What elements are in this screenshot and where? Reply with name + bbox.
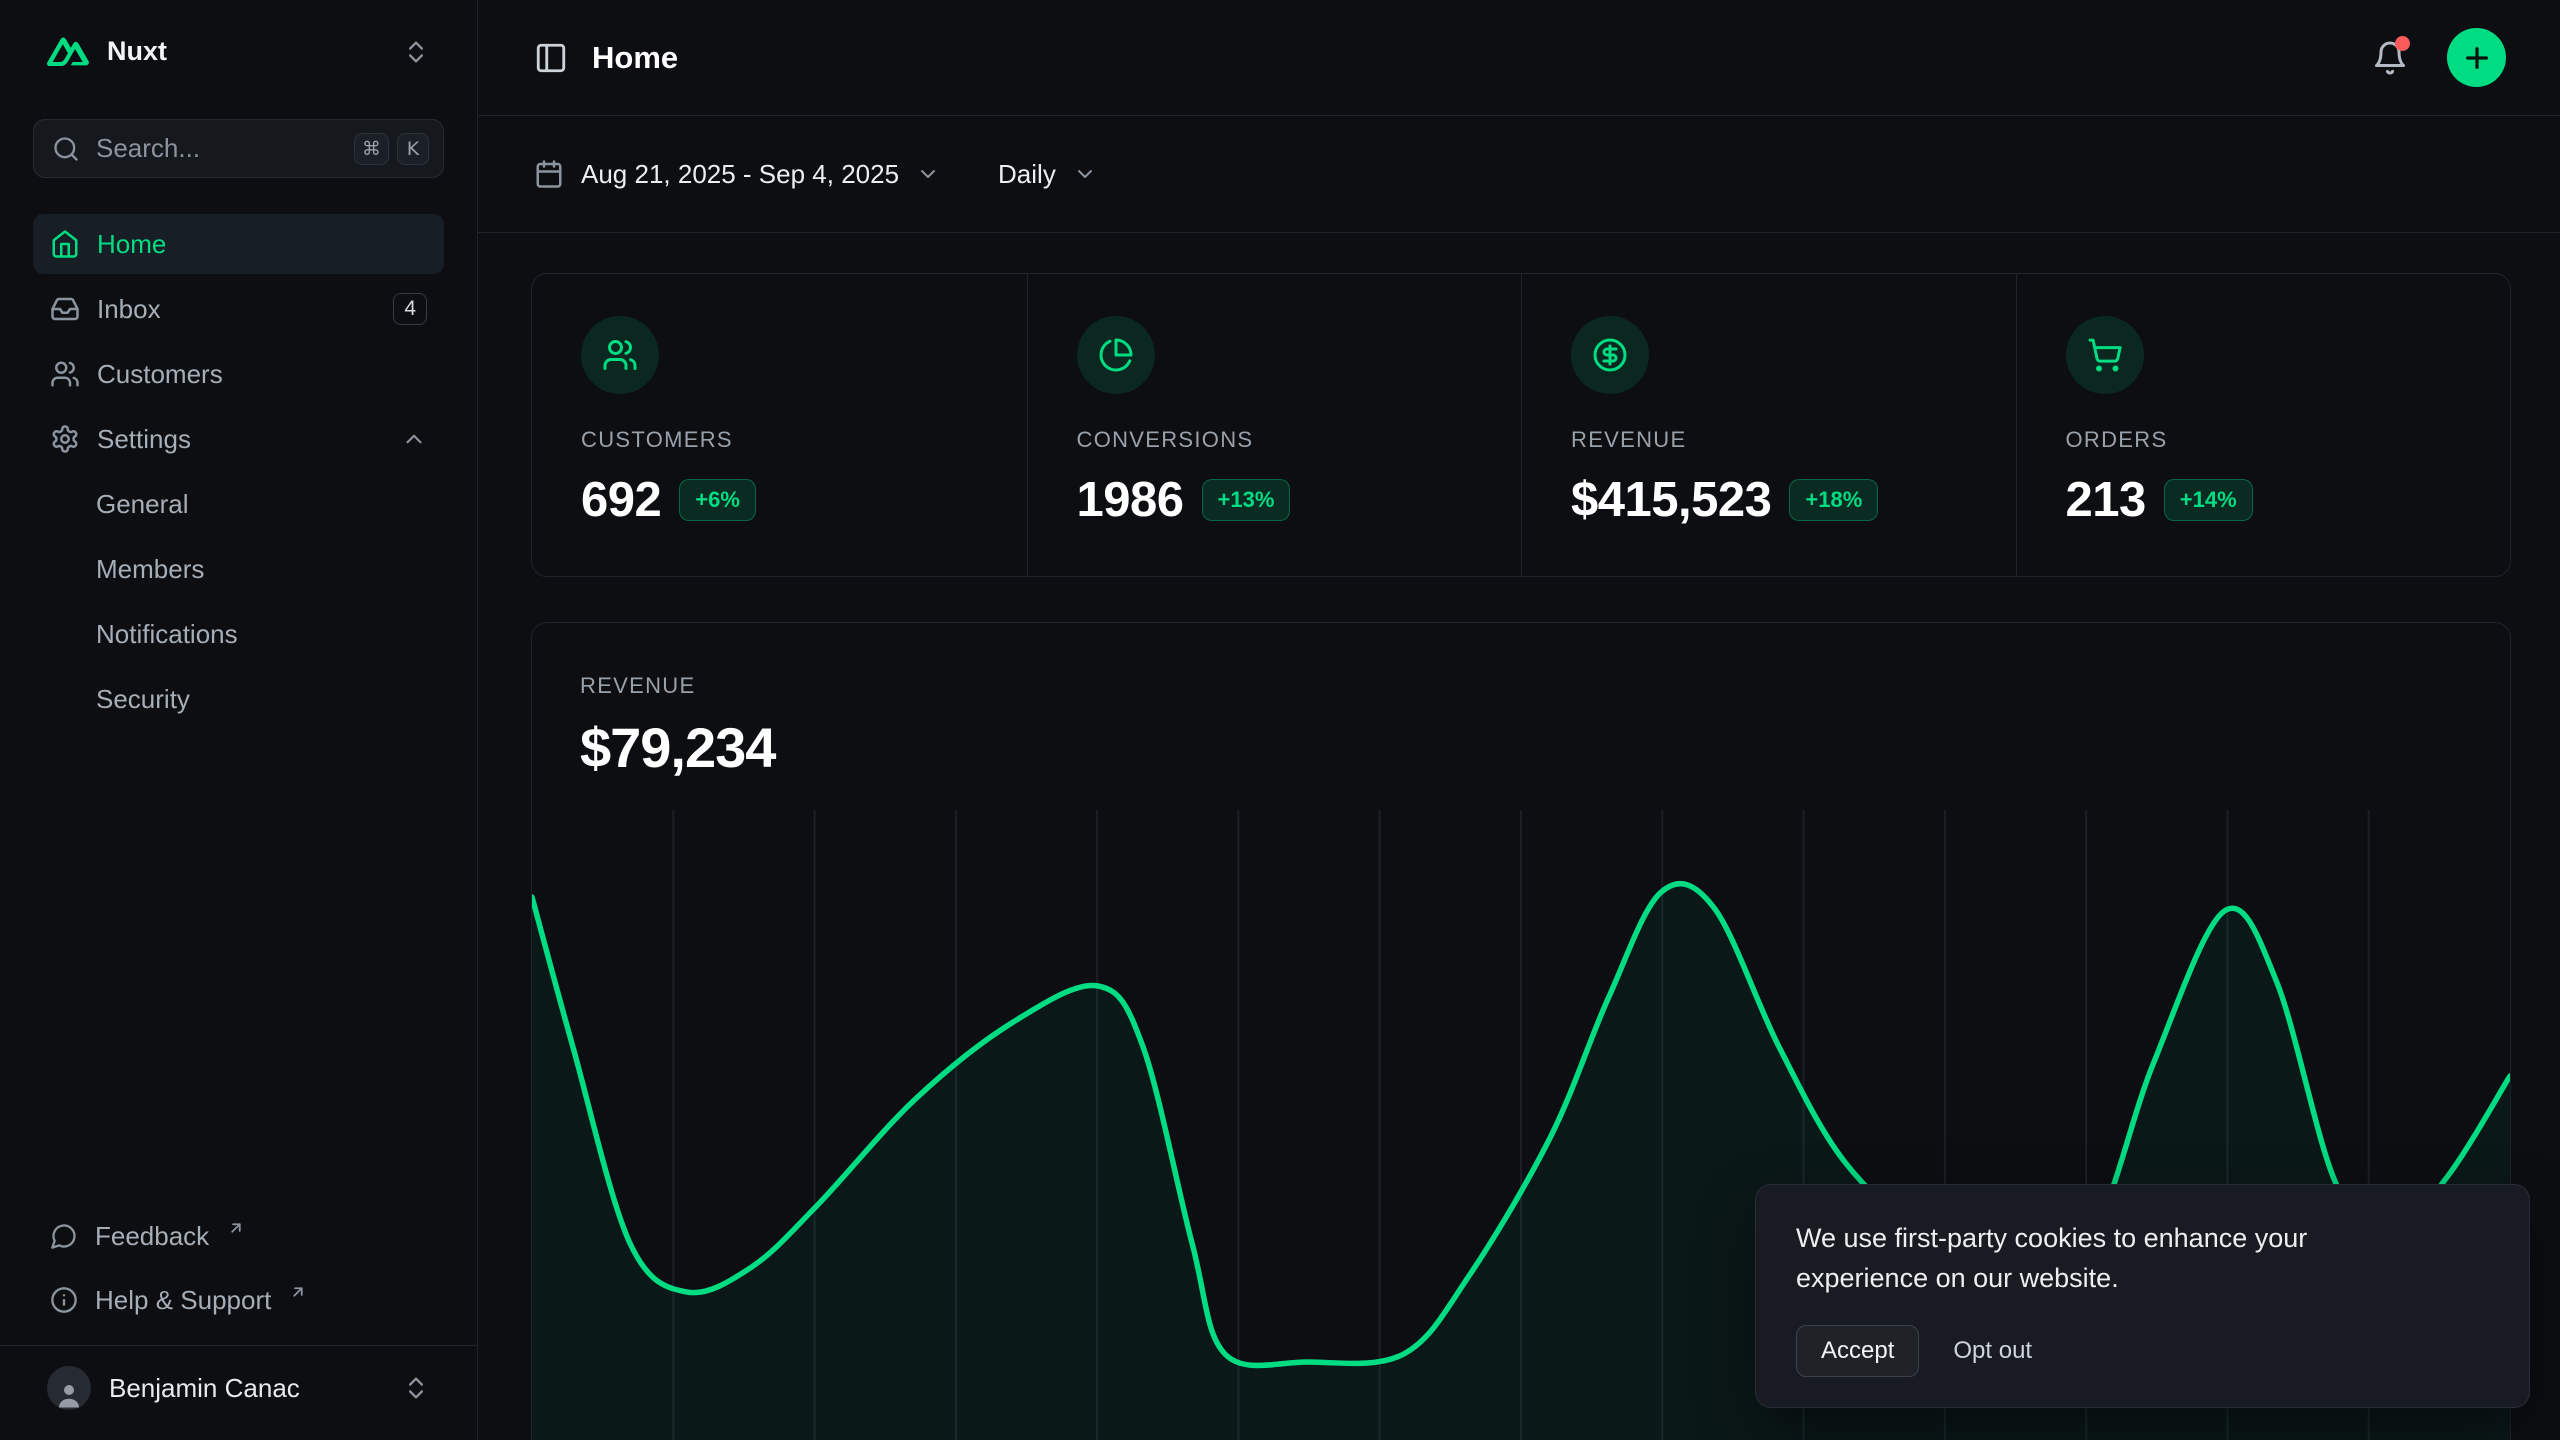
inbox-icon (50, 294, 80, 324)
chevrons-up-down-icon (402, 38, 430, 66)
stat-value: 213 (2066, 472, 2146, 528)
cookie-banner: We use first-party cookies to enhance yo… (1755, 1184, 2530, 1408)
sidebar-item-general[interactable]: General (33, 474, 444, 534)
chart-total-value: $79,234 (580, 715, 2462, 780)
sidebar-subitem-label: Notifications (96, 619, 238, 650)
chevron-up-icon (401, 426, 427, 452)
sidebar-item-label: Customers (97, 359, 223, 390)
feedback-link[interactable]: Feedback (33, 1205, 444, 1267)
stat-orders[interactable]: ORDERS 213 +14% (2016, 274, 2511, 576)
cookie-actions: Accept Opt out (1796, 1325, 2489, 1377)
sidebar-item-settings[interactable]: Settings (33, 409, 444, 469)
date-range-label: Aug 21, 2025 - Sep 4, 2025 (581, 159, 899, 190)
help-support-link[interactable]: Help & Support (33, 1269, 444, 1331)
stat-value: 1986 (1077, 472, 1184, 528)
inbox-count-badge: 4 (393, 293, 427, 325)
gear-icon (50, 424, 80, 454)
add-button[interactable] (2447, 28, 2506, 87)
stat-customers[interactable]: CUSTOMERS 692 +6% (532, 274, 1027, 576)
page-title: Home (592, 40, 678, 76)
search-placeholder: Search... (96, 133, 338, 164)
sidebar-item-label: Inbox (97, 294, 161, 325)
external-link-icon (289, 1283, 307, 1301)
chat-icon (50, 1222, 78, 1250)
stat-revenue[interactable]: REVENUE $415,523 +18% (1521, 274, 2016, 576)
sidebar-item-notifications[interactable]: Notifications (33, 604, 444, 664)
sidebar-footer: Feedback Help & Support (33, 1205, 444, 1345)
chart-header: REVENUE $79,234 (532, 623, 2510, 780)
info-icon (50, 1286, 78, 1314)
kbd-k: K (397, 133, 429, 165)
dollar-circle-icon (1571, 316, 1649, 394)
granularity-label: Daily (998, 159, 1056, 190)
sidebar: Nuxt Search... ⌘ K (0, 0, 478, 1440)
stat-delta-badge: +6% (679, 479, 756, 521)
cookie-message: We use first-party cookies to enhance yo… (1796, 1219, 2446, 1299)
workspace-name: Nuxt (107, 36, 384, 67)
chevrons-up-down-icon (402, 1374, 430, 1402)
sidebar-item-label: Home (97, 229, 166, 260)
sidebar-main: Nuxt Search... ⌘ K (0, 0, 477, 1345)
sidebar-subitem-label: Members (96, 554, 204, 585)
sidebar-item-label: Settings (97, 424, 191, 455)
sidebar-item-home[interactable]: Home (33, 214, 444, 274)
stat-label: CONVERSIONS (1077, 427, 1473, 453)
toolbar: Aug 21, 2025 - Sep 4, 2025 Daily (478, 116, 2560, 233)
stat-delta-badge: +18% (1789, 479, 1878, 521)
panel-icon[interactable] (534, 41, 568, 75)
stat-value: 692 (581, 472, 661, 528)
home-icon (50, 229, 80, 259)
user-name: Benjamin Canac (109, 1373, 384, 1404)
pie-chart-icon (1077, 316, 1155, 394)
sidebar-item-inbox[interactable]: Inbox 4 (33, 279, 444, 339)
opt-out-button[interactable]: Opt out (1949, 1326, 2036, 1376)
plus-icon (2461, 42, 2493, 74)
stat-conversions[interactable]: CONVERSIONS 1986 +13% (1027, 274, 1522, 576)
stat-label: ORDERS (2066, 427, 2462, 453)
feedback-label: Feedback (95, 1221, 209, 1252)
user-menu[interactable]: Benjamin Canac (0, 1345, 477, 1440)
chart-title: REVENUE (580, 673, 2462, 699)
topbar: Home (478, 0, 2560, 116)
search-icon (52, 135, 80, 163)
search-input[interactable]: Search... ⌘ K (33, 119, 444, 178)
chevron-down-icon (1073, 162, 1097, 186)
notification-dot (2395, 36, 2410, 51)
stat-label: CUSTOMERS (581, 427, 978, 453)
sidebar-item-security[interactable]: Security (33, 669, 444, 729)
accept-button[interactable]: Accept (1796, 1325, 1919, 1377)
stat-delta-badge: +13% (1202, 479, 1291, 521)
external-link-icon (227, 1219, 245, 1237)
help-support-label: Help & Support (95, 1285, 271, 1316)
workspace-switcher[interactable]: Nuxt (33, 26, 444, 77)
calendar-icon (534, 159, 564, 189)
granularity-select[interactable]: Daily (998, 159, 1097, 190)
sidebar-subitem-label: General (96, 489, 189, 520)
topbar-left: Home (534, 40, 678, 76)
stat-label: REVENUE (1571, 427, 1967, 453)
topbar-right (2361, 28, 2506, 87)
notifications-button[interactable] (2361, 29, 2419, 87)
chevron-down-icon (916, 162, 940, 186)
sidebar-nav: Home Inbox 4 Customers (33, 214, 444, 729)
nuxt-logo-icon (47, 37, 89, 66)
avatar (47, 1366, 91, 1410)
search-shortcut: ⌘ K (354, 133, 429, 165)
users-icon (581, 316, 659, 394)
kbd-cmd: ⌘ (354, 133, 389, 165)
sidebar-item-customers[interactable]: Customers (33, 344, 444, 404)
cart-icon (2066, 316, 2144, 394)
stat-delta-badge: +14% (2164, 479, 2253, 521)
sidebar-subitem-label: Security (96, 684, 190, 715)
stats-card: CUSTOMERS 692 +6% CONVERSIONS 1986 +13% (531, 273, 2511, 577)
users-icon (50, 359, 80, 389)
date-range-picker[interactable]: Aug 21, 2025 - Sep 4, 2025 (534, 159, 940, 190)
stat-value: $415,523 (1571, 472, 1771, 528)
sidebar-item-members[interactable]: Members (33, 539, 444, 599)
